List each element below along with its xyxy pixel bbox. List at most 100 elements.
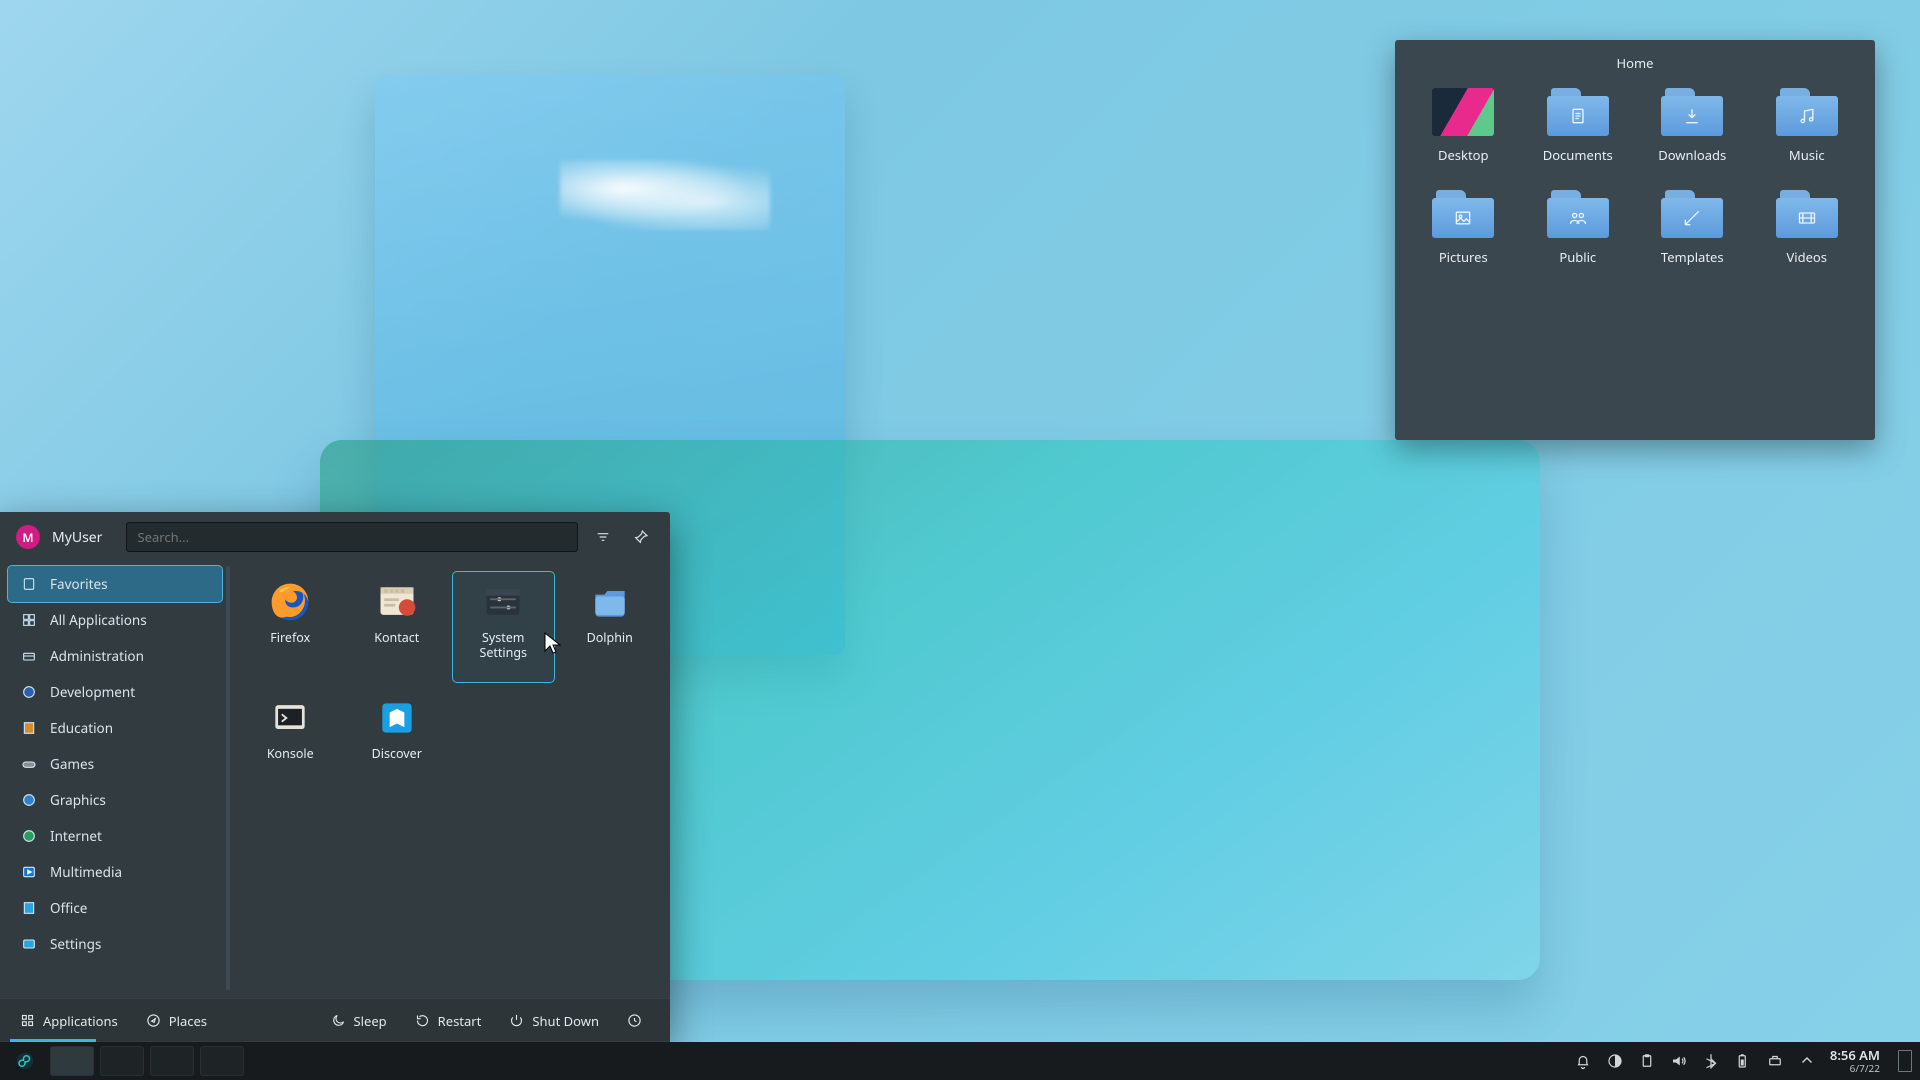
application-launcher: M MyUser Favorites All Applications Admi… bbox=[0, 512, 670, 1042]
app-label: System Settings bbox=[457, 630, 550, 660]
home-item-templates[interactable]: Templates bbox=[1640, 188, 1745, 266]
sidebar-item-label: Settings bbox=[50, 935, 101, 953]
shutdown-button[interactable]: Shut Down bbox=[499, 1006, 609, 1036]
show-desktop-button[interactable] bbox=[1898, 1050, 1912, 1072]
launcher-button[interactable] bbox=[8, 1046, 42, 1076]
app-label: Konsole bbox=[267, 746, 314, 761]
sidebar-item-label: Multimedia bbox=[50, 863, 122, 881]
night-color-icon[interactable] bbox=[1606, 1052, 1624, 1070]
sidebar-item-graphics[interactable]: Graphics bbox=[8, 782, 222, 818]
network-icon[interactable] bbox=[1766, 1052, 1784, 1070]
sidebar-item-development[interactable]: Development bbox=[8, 674, 222, 710]
app-konsole[interactable]: Konsole bbox=[240, 688, 341, 798]
home-item-downloads[interactable]: Downloads bbox=[1640, 86, 1745, 164]
home-folder-widget: Home Desktop Documents Downloads Music P… bbox=[1395, 40, 1875, 440]
downloads-icon bbox=[1661, 88, 1723, 136]
sidebar-item-education[interactable]: Education bbox=[8, 710, 222, 746]
pictures-icon bbox=[1432, 190, 1494, 238]
sleep-button[interactable]: Sleep bbox=[321, 1006, 397, 1036]
task-konsole[interactable] bbox=[50, 1046, 94, 1076]
task-settings[interactable] bbox=[100, 1046, 144, 1076]
kontact-icon bbox=[375, 580, 419, 624]
home-item-public[interactable]: Public bbox=[1526, 188, 1631, 266]
fedora-icon bbox=[16, 1052, 34, 1070]
settings-cat-icon bbox=[20, 935, 38, 953]
clock[interactable]: 8:56 AM 6/7/22 bbox=[1830, 1049, 1884, 1073]
footer-label: Sleep bbox=[354, 1012, 387, 1030]
sidebar-item-games[interactable]: Games bbox=[8, 746, 222, 782]
app-firefox[interactable]: Firefox bbox=[240, 572, 341, 682]
app-system-settings[interactable]: System Settings bbox=[453, 572, 554, 682]
sidebar-item-internet[interactable]: Internet bbox=[8, 818, 222, 854]
home-item-label: Documents bbox=[1543, 146, 1613, 164]
app-label: Dolphin bbox=[587, 630, 633, 645]
public-icon bbox=[1547, 190, 1609, 238]
footer-label: Places bbox=[169, 1012, 207, 1030]
palette-icon bbox=[20, 791, 38, 809]
documents-icon bbox=[1547, 88, 1609, 136]
clipboard-icon[interactable] bbox=[1638, 1052, 1656, 1070]
home-item-videos[interactable]: Videos bbox=[1755, 188, 1860, 266]
sidebar-item-all-applications[interactable]: All Applications bbox=[8, 602, 222, 638]
bluetooth-icon[interactable] bbox=[1702, 1052, 1720, 1070]
book-icon bbox=[20, 719, 38, 737]
footer-label: Applications bbox=[43, 1012, 118, 1030]
sidebar-item-label: Graphics bbox=[50, 791, 106, 809]
places-tab[interactable]: Places bbox=[136, 1006, 217, 1036]
admin-icon bbox=[20, 647, 38, 665]
desktop-thumb-icon bbox=[1432, 88, 1494, 136]
home-item-label: Desktop bbox=[1438, 146, 1489, 164]
restart-button[interactable]: Restart bbox=[405, 1006, 492, 1036]
home-item-desktop[interactable]: Desktop bbox=[1411, 86, 1516, 164]
sidebar-item-label: Development bbox=[50, 683, 135, 701]
clock-date: 6/7/22 bbox=[1830, 1063, 1880, 1074]
sidebar-item-administration[interactable]: Administration bbox=[8, 638, 222, 674]
sidebar-item-label: Games bbox=[50, 755, 94, 773]
home-widget-title: Home bbox=[1405, 48, 1865, 82]
notifications-icon[interactable] bbox=[1574, 1052, 1592, 1070]
sidebar-item-settings[interactable]: Settings bbox=[8, 926, 222, 962]
sidebar-item-label: All Applications bbox=[50, 611, 147, 629]
wallpaper-cloud bbox=[560, 160, 770, 230]
filter-icon[interactable] bbox=[590, 524, 616, 550]
task-firefox[interactable] bbox=[200, 1046, 244, 1076]
home-item-music[interactable]: Music bbox=[1755, 86, 1860, 164]
dev-icon bbox=[20, 683, 38, 701]
search-field[interactable] bbox=[137, 528, 567, 546]
volume-icon[interactable] bbox=[1670, 1052, 1688, 1070]
sidebar-item-label: Office bbox=[50, 899, 87, 917]
home-item-documents[interactable]: Documents bbox=[1526, 86, 1631, 164]
category-sidebar: Favorites All Applications Administratio… bbox=[0, 558, 230, 998]
sidebar-item-label: Favorites bbox=[50, 575, 108, 593]
grid-icon bbox=[20, 611, 38, 629]
home-item-label: Music bbox=[1789, 146, 1825, 164]
launcher-header: M MyUser bbox=[0, 512, 670, 558]
videos-icon bbox=[1776, 190, 1838, 238]
tray-expand-icon[interactable] bbox=[1798, 1052, 1816, 1070]
home-item-pictures[interactable]: Pictures bbox=[1411, 188, 1516, 266]
app-dolphin[interactable]: Dolphin bbox=[560, 572, 661, 682]
avatar[interactable]: M bbox=[16, 525, 40, 549]
battery-icon[interactable] bbox=[1734, 1052, 1752, 1070]
app-kontact[interactable]: Kontact bbox=[347, 572, 448, 682]
sidebar-item-office[interactable]: Office bbox=[8, 890, 222, 926]
firefox-icon bbox=[268, 580, 312, 624]
footer-label: Restart bbox=[438, 1012, 482, 1030]
home-item-label: Pictures bbox=[1439, 248, 1488, 266]
sidebar-item-favorites[interactable]: Favorites bbox=[8, 566, 222, 602]
app-label: Firefox bbox=[270, 630, 310, 645]
sidebar-item-label: Administration bbox=[50, 647, 144, 665]
leave-more-button[interactable] bbox=[617, 1007, 660, 1034]
app-discover[interactable]: Discover bbox=[347, 688, 448, 798]
home-item-label: Public bbox=[1559, 248, 1596, 266]
play-icon bbox=[20, 863, 38, 881]
globe-icon bbox=[20, 827, 38, 845]
app-label: Kontact bbox=[374, 630, 419, 645]
applications-tab[interactable]: Applications bbox=[10, 1006, 128, 1036]
footer-label: Shut Down bbox=[532, 1012, 599, 1030]
pin-icon[interactable] bbox=[628, 524, 654, 550]
task-dolphin[interactable] bbox=[150, 1046, 194, 1076]
username-label[interactable]: MyUser bbox=[52, 528, 102, 547]
search-input[interactable] bbox=[126, 522, 578, 552]
sidebar-item-multimedia[interactable]: Multimedia bbox=[8, 854, 222, 890]
